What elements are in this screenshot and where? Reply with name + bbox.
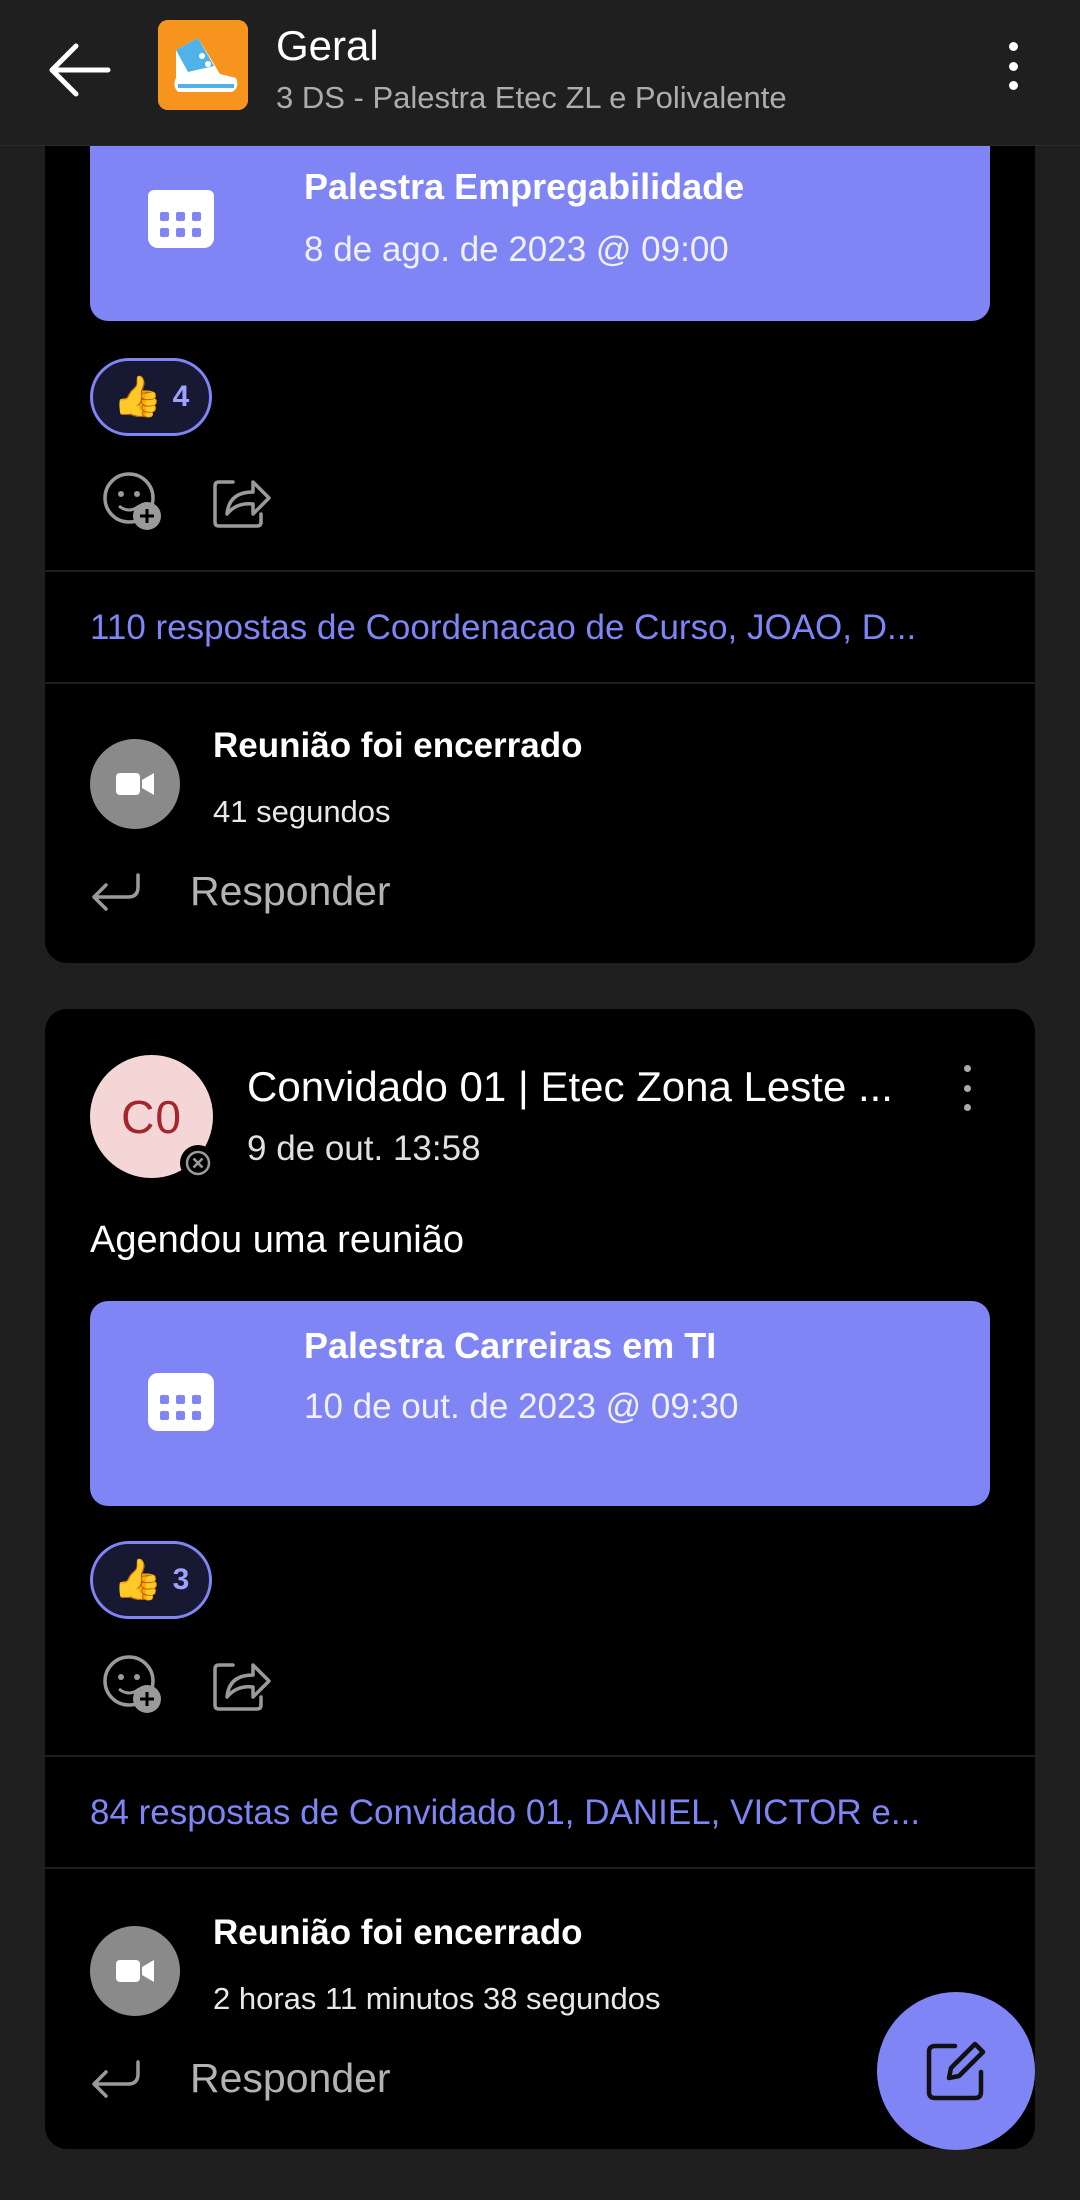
- post-card-1: Palestra Empregabilidade 8 de ago. de 20…: [45, 146, 1035, 963]
- channel-title[interactable]: Geral: [276, 22, 379, 70]
- add-reaction-button[interactable]: [97, 1649, 167, 1719]
- event-card[interactable]: Palestra Carreiras em TI 10 de out. de 2…: [90, 1301, 990, 1506]
- share-icon: [213, 480, 271, 528]
- calendar-icon: [148, 190, 214, 248]
- share-icon: [213, 1663, 271, 1711]
- event-date: 10 de out. de 2023 @ 09:30: [304, 1387, 739, 1426]
- reaction-count: 3: [172, 1563, 190, 1596]
- add-emoji-icon: [103, 472, 161, 530]
- team-avatar[interactable]: [158, 20, 248, 110]
- calendar-icon: [148, 1373, 214, 1431]
- reply-icon: [92, 873, 140, 911]
- share-button[interactable]: [207, 466, 277, 536]
- reply-button[interactable]: Responder: [90, 2043, 391, 2113]
- like-reaction-button[interactable]: 👍 4: [90, 358, 212, 436]
- post-more-options-button[interactable]: [952, 1065, 982, 1111]
- share-button[interactable]: [207, 1649, 277, 1719]
- divider: [45, 682, 1035, 684]
- arrow-left-icon: [49, 43, 111, 97]
- thumbs-up-icon: 👍: [112, 1558, 163, 1602]
- reply-label: Responder: [190, 2054, 391, 2101]
- replies-link[interactable]: 110 respostas de Coordenacao de Curso, J…: [90, 608, 916, 648]
- compose-icon: [926, 2041, 986, 2101]
- event-title: Palestra Carreiras em TI: [304, 1325, 717, 1366]
- divider: [45, 570, 1035, 572]
- meeting-status: Reunião foi encerrado: [213, 726, 583, 765]
- reply-label: Responder: [190, 867, 391, 914]
- meeting-duration: 41 segundos: [213, 794, 391, 829]
- event-date: 8 de ago. de 2023 @ 09:00: [304, 230, 729, 269]
- event-card[interactable]: Palestra Empregabilidade 8 de ago. de 20…: [90, 146, 990, 321]
- video-camera-icon: [116, 1960, 154, 1982]
- post-timestamp: 9 de out. 13:58: [247, 1129, 481, 1168]
- divider: [45, 1755, 1035, 1757]
- meeting-duration: 2 horas 11 minutos 38 segundos: [213, 1981, 661, 2016]
- more-vertical-icon: [963, 1065, 971, 1072]
- thumbs-up-icon: 👍: [112, 375, 163, 419]
- presence-offline-icon: [180, 1145, 216, 1181]
- team-subtitle[interactable]: 3 DS - Palestra Etec ZL e Polivalente: [276, 80, 787, 116]
- video-camera-icon: [116, 773, 154, 795]
- new-post-button[interactable]: [877, 1992, 1035, 2150]
- add-reaction-button[interactable]: [97, 466, 167, 536]
- more-options-button[interactable]: [988, 36, 1038, 96]
- reaction-count: 4: [172, 380, 190, 413]
- reply-button[interactable]: Responder: [90, 856, 391, 926]
- divider: [45, 1867, 1035, 1869]
- reply-icon: [92, 2060, 140, 2098]
- back-button[interactable]: [40, 30, 120, 110]
- replies-link[interactable]: 84 respostas de Convidado 01, DANIEL, VI…: [90, 1793, 920, 1833]
- more-vertical-icon: [1008, 42, 1018, 51]
- meeting-status: Reunião foi encerrado: [213, 1913, 583, 1952]
- event-title: Palestra Empregabilidade: [304, 166, 745, 207]
- app-header: Geral 3 DS - Palestra Etec ZL e Polivale…: [0, 0, 1080, 146]
- post-author[interactable]: Convidado 01 | Etec Zona Leste ...: [247, 1063, 893, 1111]
- like-reaction-button[interactable]: 👍 3: [90, 1541, 212, 1619]
- meeting-ended-indicator: [90, 1926, 180, 2016]
- post-card-2: C0 Convidado 01 | Etec Zona Leste ... 9 …: [45, 1009, 1035, 2149]
- post-body: Agendou uma reunião: [90, 1219, 464, 1261]
- sneaker-icon: [158, 20, 248, 110]
- add-emoji-icon: [103, 1655, 161, 1713]
- meeting-ended-indicator: [90, 739, 180, 829]
